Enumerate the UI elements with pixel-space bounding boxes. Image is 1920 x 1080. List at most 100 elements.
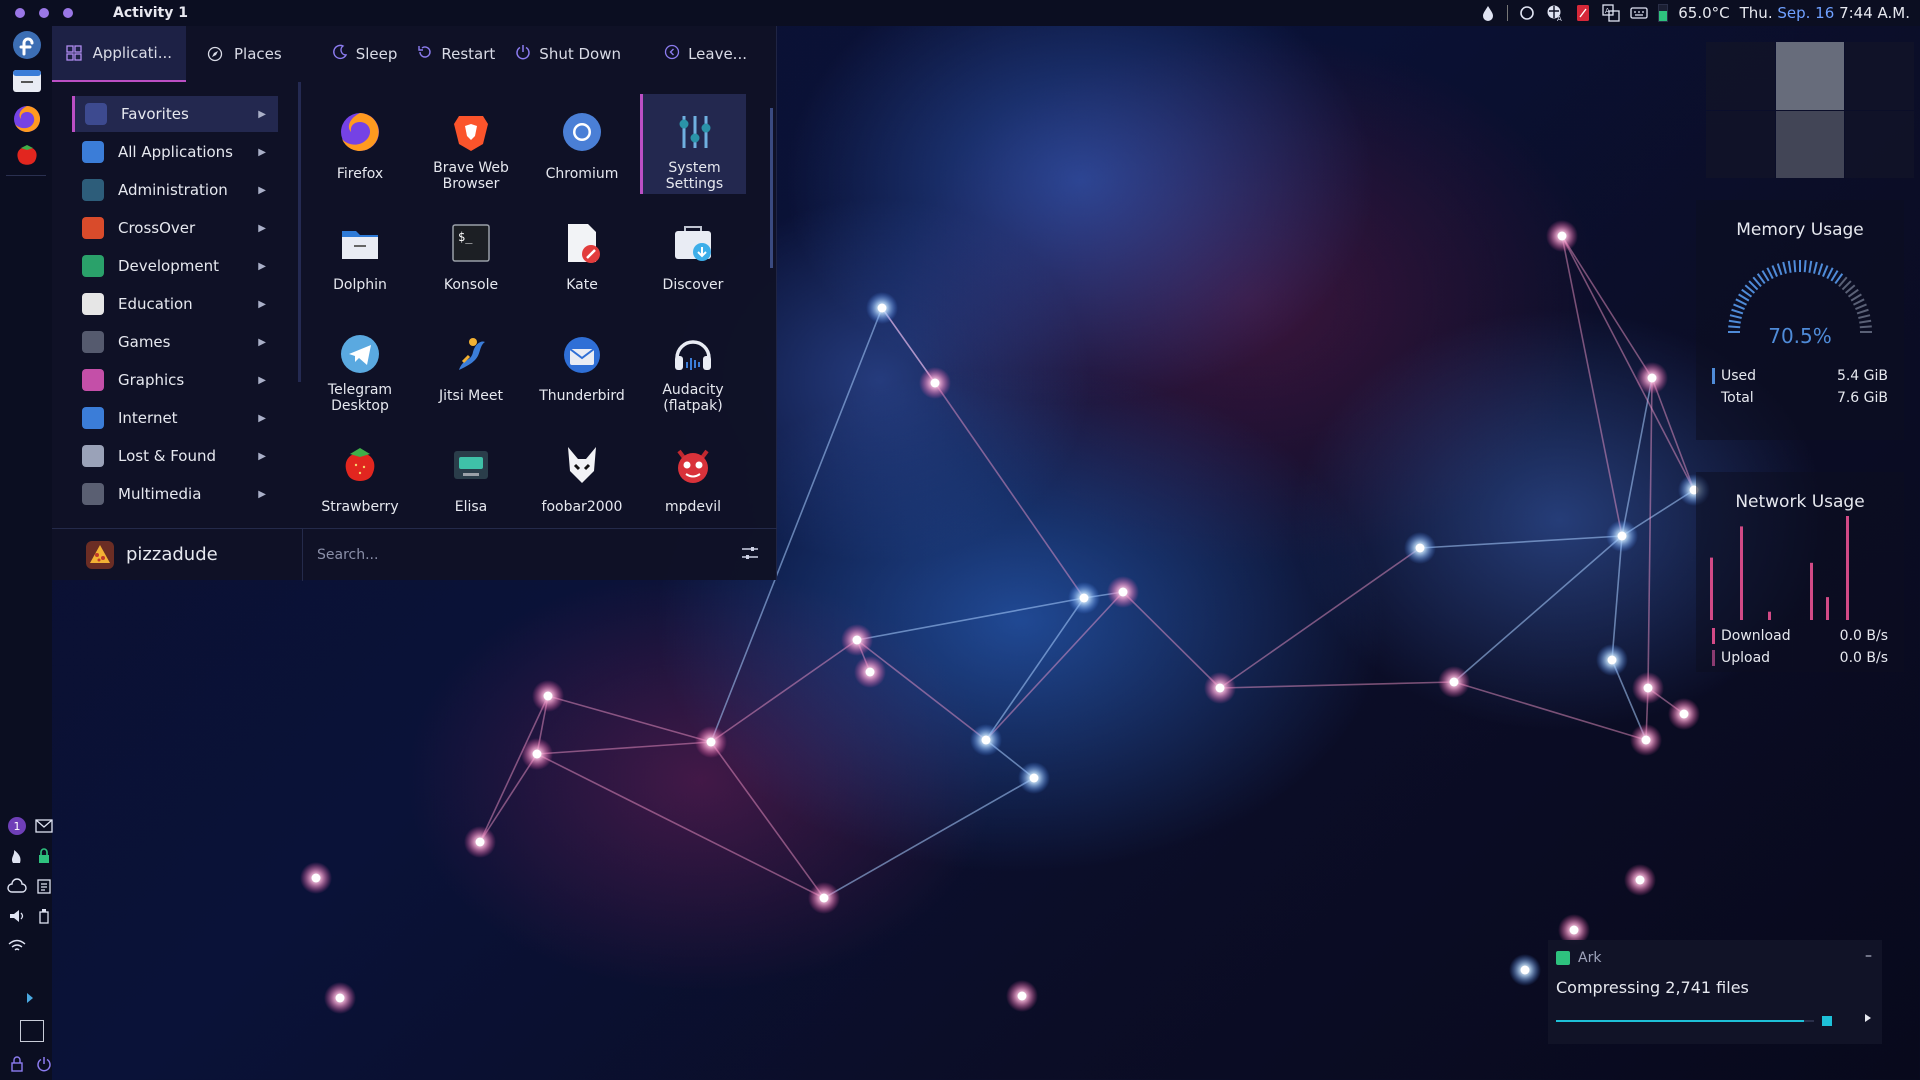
strawberry-icon xyxy=(338,443,382,487)
stop-job-button[interactable] xyxy=(1822,1016,1832,1026)
lock-green-icon[interactable] xyxy=(34,846,54,866)
translate-icon[interactable]: A xyxy=(1602,4,1620,22)
temperature-readout[interactable]: 65.0°C xyxy=(1678,4,1729,22)
flame-icon[interactable] xyxy=(7,846,27,866)
category-administration[interactable]: Administration ▶ xyxy=(72,172,278,208)
app-firefox[interactable]: Firefox xyxy=(307,94,413,194)
pager-desktop-1[interactable] xyxy=(1706,42,1775,110)
pdf-icon[interactable] xyxy=(1574,4,1592,22)
apps-grid-icon xyxy=(82,141,104,163)
window-minimize-dot[interactable] xyxy=(39,8,49,18)
wallpaper-node xyxy=(706,737,716,747)
wallpaper-edge xyxy=(1419,535,1623,549)
tab-places[interactable]: Places xyxy=(186,26,296,82)
temperature-bar-icon[interactable] xyxy=(1658,4,1669,22)
ark-job-notification[interactable]: Ark – Compressing 2,741 files xyxy=(1548,940,1882,1044)
wallpaper-edge xyxy=(1611,535,1623,661)
app-elisa[interactable]: Elisa xyxy=(418,427,524,527)
used-label: Used xyxy=(1721,368,1757,384)
tab-applications[interactable]: Applicati... xyxy=(52,26,186,82)
mail-icon[interactable] xyxy=(34,816,54,836)
category-development[interactable]: Development ▶ xyxy=(72,248,278,284)
tray-expand-icon[interactable] xyxy=(20,988,40,1008)
avatar[interactable] xyxy=(86,540,114,569)
gauge-tick xyxy=(1761,270,1770,282)
chevron-right-icon: ▶ xyxy=(258,298,266,310)
files-icon[interactable] xyxy=(12,66,42,96)
activity-title[interactable]: Activity 1 xyxy=(113,5,188,21)
category-internet[interactable]: Internet ▶ xyxy=(72,400,278,436)
notification-header: Ark xyxy=(1556,950,1601,966)
strawberry-icon[interactable] xyxy=(12,140,42,170)
category-all-applications[interactable]: All Applications ▶ xyxy=(72,134,278,170)
moon-icon xyxy=(332,44,348,64)
network-globe-icon[interactable]: A xyxy=(1546,4,1564,22)
notification-badge[interactable]: 1 xyxy=(7,816,27,836)
category-crossover[interactable]: CrossOver ▶ xyxy=(72,210,278,246)
app-foobar2000[interactable]: foobar2000 xyxy=(529,427,635,527)
pager-desktop-2[interactable] xyxy=(1775,42,1845,110)
shut-down-button[interactable]: Shut Down xyxy=(515,26,621,82)
network-bar xyxy=(1768,611,1771,620)
date-prefix: Thu. xyxy=(1739,4,1773,22)
pager-desktop-6[interactable] xyxy=(1845,110,1914,178)
category-graphics[interactable]: Graphics ▶ xyxy=(72,362,278,398)
cloud-sync-icon[interactable] xyxy=(7,876,27,896)
category-multimedia[interactable]: Multimedia ▶ xyxy=(72,476,278,512)
pager-desktop-4[interactable] xyxy=(1706,110,1775,178)
category-scrollbar[interactable] xyxy=(298,82,301,382)
category-education[interactable]: Education ▶ xyxy=(72,286,278,322)
droplet-icon[interactable] xyxy=(1479,4,1497,22)
gauge-tick xyxy=(1817,263,1824,276)
category-label: Favorites xyxy=(121,105,189,123)
app-discover[interactable]: Discover xyxy=(640,205,746,305)
circle-icon[interactable] xyxy=(1518,4,1536,22)
app-konsole[interactable]: $_ Konsole xyxy=(418,205,524,305)
window-menu-dot[interactable] xyxy=(15,8,25,18)
sleep-label: Sleep xyxy=(355,45,398,63)
app-kate[interactable]: Kate xyxy=(529,205,635,305)
lock-screen-icon[interactable] xyxy=(7,1054,27,1074)
app-telegram-desktop[interactable]: Telegram Desktop xyxy=(307,316,413,416)
filter-settings-icon[interactable] xyxy=(741,545,759,565)
app-label: System Settings xyxy=(665,160,724,192)
fedora-icon[interactable] xyxy=(12,30,42,60)
clipboard-icon[interactable] xyxy=(34,876,54,896)
app-system-settings[interactable]: System Settings xyxy=(640,94,746,194)
globe-icon xyxy=(82,407,104,429)
category-games[interactable]: Games ▶ xyxy=(72,324,278,360)
volume-icon[interactable] xyxy=(7,906,27,926)
leave-button[interactable]: Leave... xyxy=(664,26,747,82)
pager-desktop-3[interactable] xyxy=(1845,42,1914,110)
keyboard-icon[interactable] xyxy=(1630,4,1648,22)
power-icon[interactable] xyxy=(34,1054,54,1074)
window-close-dot[interactable] xyxy=(63,8,73,18)
gauge-tick xyxy=(1728,319,1741,324)
gauge-tick xyxy=(1808,260,1813,273)
category-favorites[interactable]: Favorites ▶ xyxy=(72,96,278,132)
category-lost-found[interactable]: Lost & Found ▶ xyxy=(72,438,278,474)
app-mpdevil[interactable]: mpdevil xyxy=(640,427,746,527)
usb-drive-icon[interactable] xyxy=(34,906,54,926)
chromium-icon xyxy=(560,110,604,154)
username[interactable]: pizzadude xyxy=(126,544,218,565)
firefox-icon[interactable] xyxy=(12,104,42,134)
app-strawberry[interactable]: Strawberry xyxy=(307,427,413,527)
app-chromium[interactable]: Chromium xyxy=(529,94,635,194)
app-thunderbird[interactable]: Thunderbird xyxy=(529,316,635,416)
app-dolphin[interactable]: Dolphin xyxy=(307,205,413,305)
clock[interactable]: Thu. Sep. 16 7:44 A.M. xyxy=(1740,4,1910,22)
restart-button[interactable]: Restart xyxy=(417,26,495,82)
notification-minimize-button[interactable]: – xyxy=(1865,948,1872,964)
grid-scrollbar[interactable] xyxy=(770,108,773,268)
app-audacity-flatpak[interactable]: Audacity (flatpak) xyxy=(640,316,746,416)
app-jitsi-meet[interactable]: Jitsi Meet xyxy=(418,316,524,416)
app-brave-web-browser[interactable]: Brave Web Browser xyxy=(418,94,524,194)
search-input[interactable] xyxy=(317,547,697,563)
wifi-icon[interactable] xyxy=(7,936,27,956)
pager-desktop-5[interactable] xyxy=(1775,110,1845,178)
expand-details-icon[interactable] xyxy=(1864,1012,1872,1026)
show-desktop-icon[interactable] xyxy=(20,1020,44,1042)
favorites-grid: Firefox Brave Web Browser Chromium System S… xyxy=(307,82,767,536)
sleep-button[interactable]: Sleep xyxy=(332,26,398,82)
